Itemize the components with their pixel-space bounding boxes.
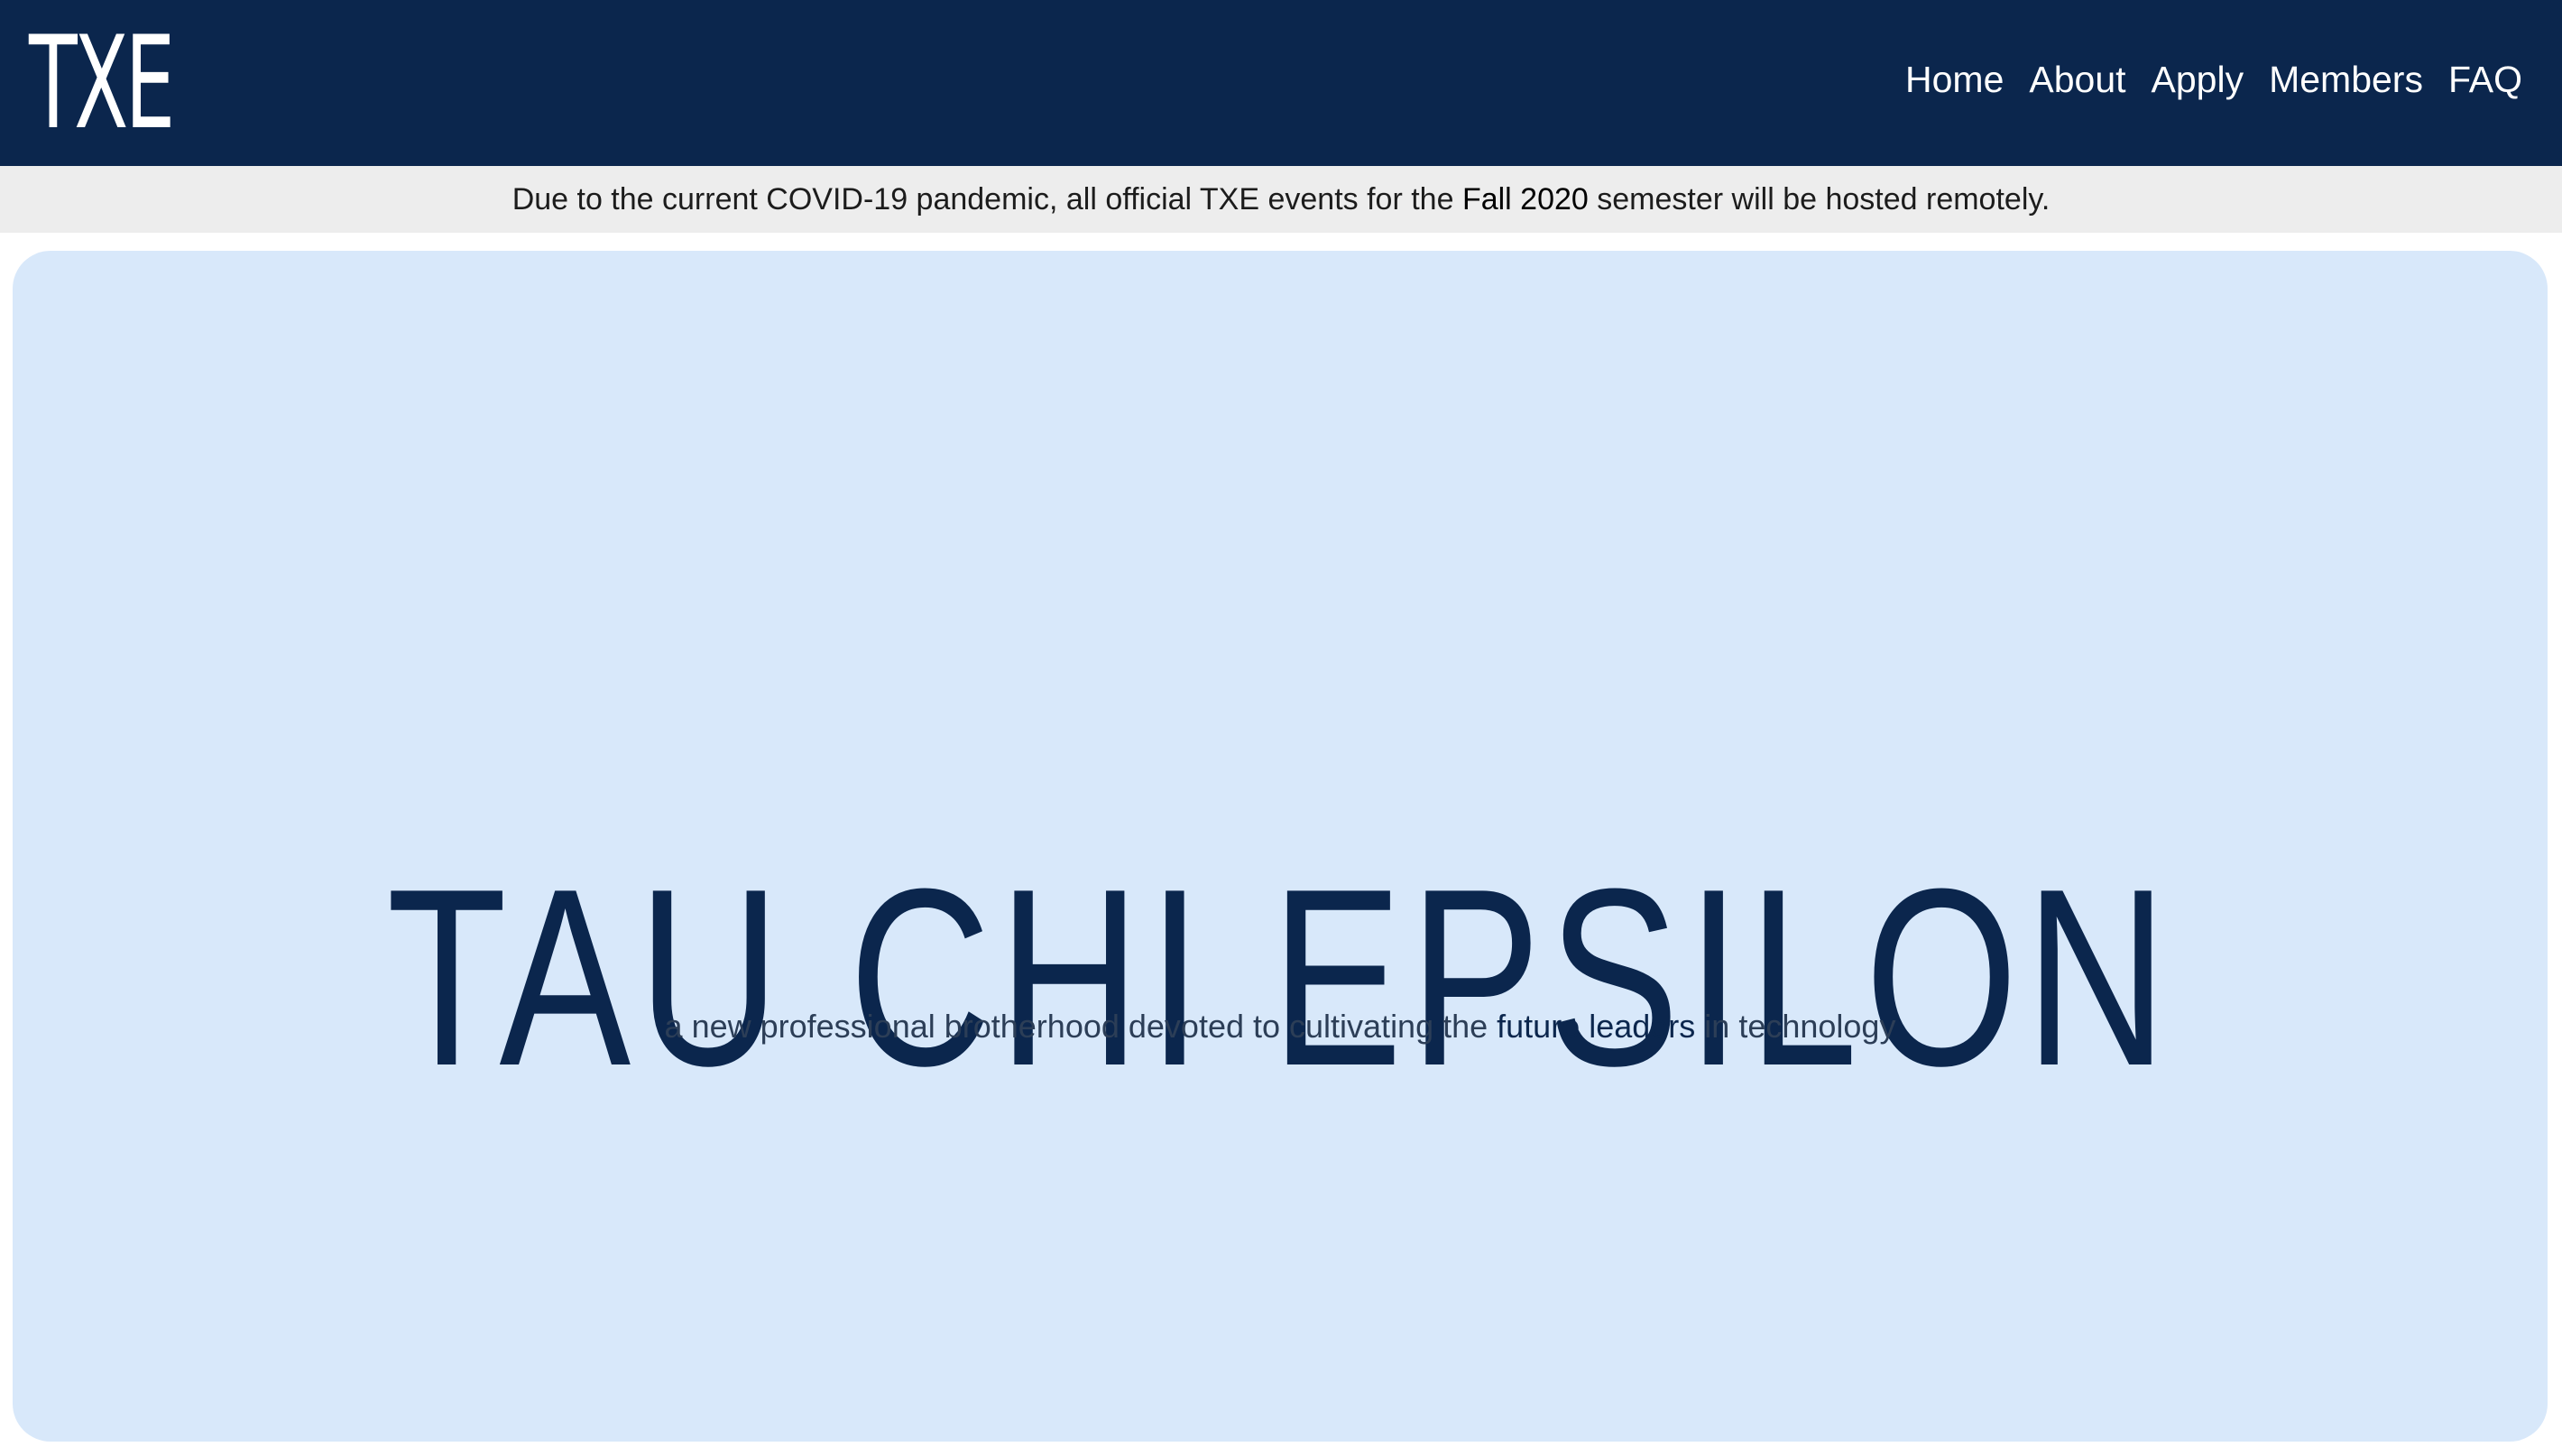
subtitle-highlight: future leaders — [1497, 1008, 1696, 1045]
hero-subtitle: a new professional brotherhood devoted t… — [13, 1000, 2548, 1054]
notice-text-after: semester will be hosted remotely. — [1588, 182, 2051, 217]
hero-section: TAU CHI EPSILON a new professional broth… — [13, 251, 2548, 1442]
nav-members-link[interactable]: Members — [2269, 47, 2423, 112]
hero-title-text: TAU CHI EPSILON — [386, 836, 2174, 1119]
top-navbar: TXE Home About Apply Members FAQ — [0, 0, 2562, 166]
nav-apply-link[interactable]: Apply — [2152, 47, 2244, 112]
nav-about-link[interactable]: About — [2029, 47, 2125, 112]
subtitle-text-before: a new professional brotherhood devoted t… — [664, 1008, 1498, 1045]
hero-title: TAU CHI EPSILON — [13, 836, 2548, 1119]
notice-text-before: Due to the current COVID-19 pandemic, al… — [511, 182, 1462, 217]
notice-highlight: Fall 2020 — [1461, 182, 1589, 217]
nav-menu: Home About Apply Members FAQ — [1905, 47, 2522, 112]
covid-notice-banner: Due to the current COVID-19 pandemic, al… — [0, 166, 2562, 233]
subtitle-text-after: in technology — [1695, 1008, 1896, 1045]
nav-faq-link[interactable]: FAQ — [2448, 47, 2522, 112]
nav-home-link[interactable]: Home — [1905, 47, 2004, 112]
logo-link[interactable]: TXE — [29, 16, 175, 152]
